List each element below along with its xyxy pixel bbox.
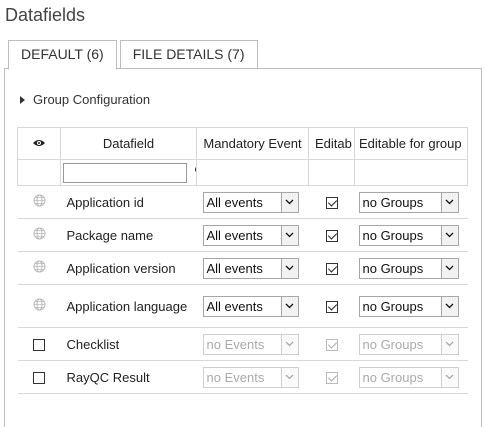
editable-group-select[interactable]: no Groups xyxy=(358,257,459,279)
editable-checkbox xyxy=(325,372,338,385)
mandatory-event-column-header[interactable]: Mandatory Event xyxy=(196,127,309,160)
datafield-name: Package name xyxy=(60,218,197,252)
group-configuration-toggle[interactable]: Group Configuration xyxy=(17,92,150,107)
tab-bar: DEFAULT (6) FILE DETAILS (7) xyxy=(8,40,261,70)
globe-icon xyxy=(33,194,46,210)
table-row: Application version All events no Groups xyxy=(17,251,468,285)
globe-icon xyxy=(33,227,46,243)
datafield-filter-input[interactable] xyxy=(63,162,187,183)
table-row: Application language All events no Groups xyxy=(17,284,468,328)
chevron-down-icon xyxy=(280,367,298,387)
chevron-down-icon xyxy=(440,334,458,354)
editable-for-group-column-header[interactable]: Editable for group xyxy=(354,127,468,160)
globe-icon xyxy=(33,260,46,276)
chevron-down-icon xyxy=(440,192,458,212)
chevron-down-icon xyxy=(440,225,458,245)
datafield-name: Application version xyxy=(60,251,197,285)
chevron-down-icon xyxy=(280,296,298,316)
editable-group-select[interactable]: no Groups xyxy=(358,191,459,213)
mandatory-event-select[interactable]: All events xyxy=(202,257,299,279)
table-row: RayQC Result no Events no Groups xyxy=(17,360,468,394)
checkbox-icon[interactable] xyxy=(33,339,45,352)
chevron-down-icon xyxy=(440,367,458,387)
chevron-down-icon xyxy=(280,192,298,212)
editable-checkbox xyxy=(325,339,338,352)
chevron-down-icon xyxy=(280,334,298,354)
editable-group-select[interactable]: no Groups xyxy=(358,224,459,246)
editable-column-header[interactable]: Editab xyxy=(308,127,355,160)
datafield-table: Datafield Mandatory Event Editab Editabl… xyxy=(17,127,468,394)
tab-file-details[interactable]: FILE DETAILS (7) xyxy=(119,40,258,69)
datafield-name: RayQC Result xyxy=(60,360,197,394)
editable-checkbox[interactable] xyxy=(325,301,338,314)
chevron-down-icon xyxy=(280,258,298,278)
globe-icon xyxy=(33,298,46,314)
page-title: Datafields xyxy=(5,5,86,25)
editable-checkbox[interactable] xyxy=(325,263,338,276)
editable-group-select: no Groups xyxy=(358,366,459,388)
visibility-column-header[interactable] xyxy=(17,127,61,160)
tab-default[interactable]: DEFAULT (6) xyxy=(8,40,117,70)
datafield-name: Application id xyxy=(60,185,197,219)
datafield-column-header[interactable]: Datafield xyxy=(60,127,197,160)
table-row: Checklist no Events no Groups xyxy=(17,327,468,361)
table-row: Application id All events no Groups xyxy=(17,185,468,219)
chevron-down-icon xyxy=(440,296,458,316)
eye-icon xyxy=(33,140,45,146)
editable-group-select: no Groups xyxy=(358,333,459,355)
caret-right-icon xyxy=(20,95,25,104)
group-configuration-label: Group Configuration xyxy=(33,92,151,107)
mandatory-event-select: no Events xyxy=(202,333,299,355)
editable-group-select[interactable]: no Groups xyxy=(358,295,459,317)
datafield-name: Checklist xyxy=(60,327,197,361)
mandatory-event-select[interactable]: All events xyxy=(202,224,299,246)
mandatory-event-select[interactable]: All events xyxy=(202,191,299,213)
chevron-down-icon xyxy=(440,258,458,278)
chevron-down-icon xyxy=(280,225,298,245)
mandatory-event-select[interactable]: All events xyxy=(202,295,299,317)
table-row: Package name All events no Groups xyxy=(17,218,468,252)
checkbox-icon[interactable] xyxy=(33,372,45,385)
editable-checkbox[interactable] xyxy=(325,230,338,243)
filter-row xyxy=(17,159,468,186)
editable-checkbox[interactable] xyxy=(325,197,338,210)
datafield-name: Application language xyxy=(60,284,197,328)
mandatory-event-select: no Events xyxy=(202,366,299,388)
